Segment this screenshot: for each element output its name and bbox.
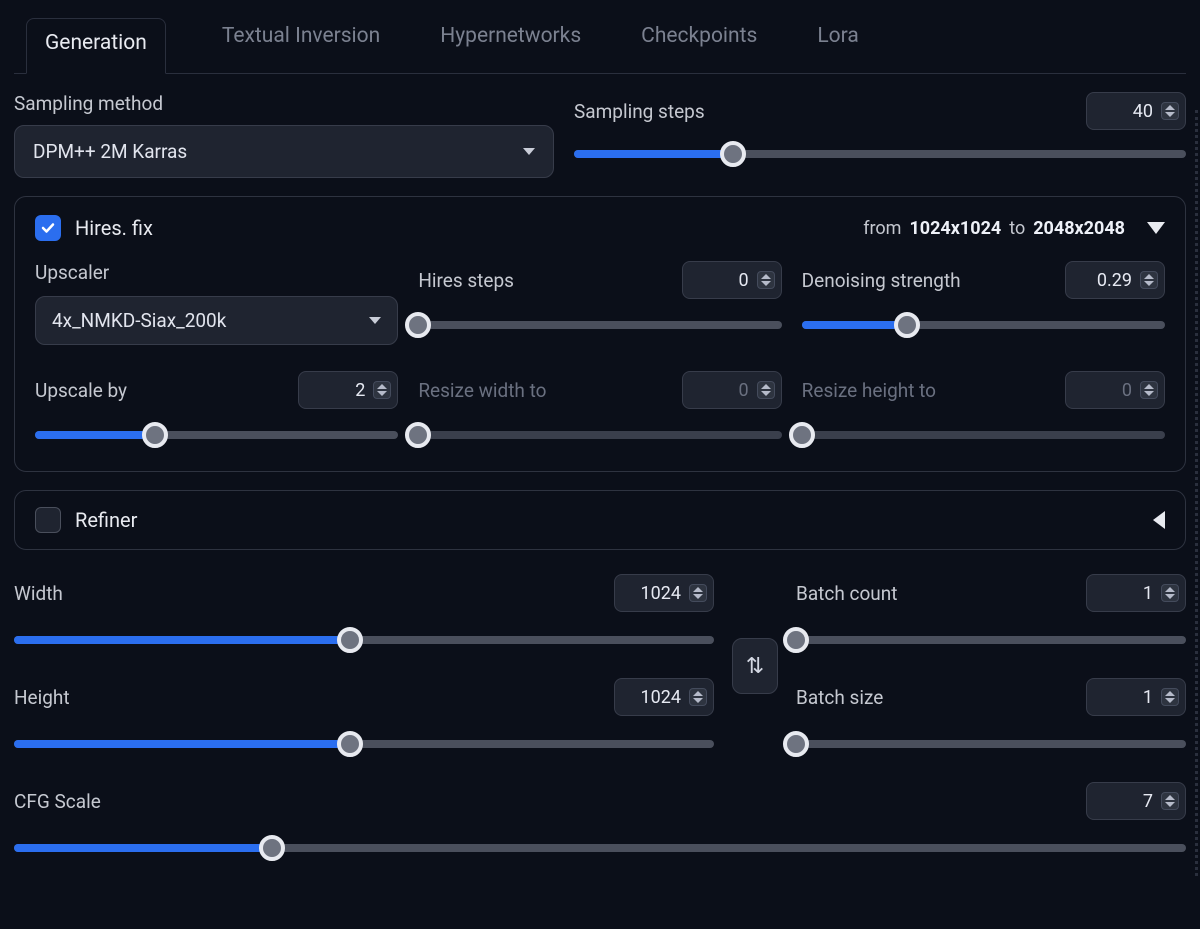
- width-input[interactable]: 1024: [614, 574, 714, 612]
- hires-resize-info: from 1024x1024 to 2048x2048: [863, 218, 1165, 239]
- upscale-by-label: Upscale by: [35, 379, 127, 402]
- width-slider[interactable]: [14, 626, 714, 654]
- stepper-icon[interactable]: [1161, 792, 1179, 810]
- check-icon: [40, 220, 56, 236]
- height-input[interactable]: 1024: [614, 678, 714, 716]
- cfg-scale-input[interactable]: 7: [1086, 782, 1186, 820]
- stepper-icon[interactable]: [689, 584, 707, 602]
- stepper-icon[interactable]: [757, 271, 775, 289]
- resize-height-input[interactable]: 0: [1065, 371, 1165, 409]
- hires-fix-checkbox[interactable]: [35, 215, 61, 241]
- upscaler-select[interactable]: 4x_NMKD-Siax_200k: [35, 296, 398, 345]
- refiner-panel: Refiner: [14, 490, 1186, 550]
- denoising-slider[interactable]: [802, 311, 1165, 339]
- collapse-icon[interactable]: [1147, 222, 1165, 234]
- tab-bar: Generation Textual Inversion Hypernetwor…: [14, 0, 1186, 74]
- sampling-method-value: DPM++ 2M Karras: [33, 140, 187, 163]
- stepper-icon[interactable]: [689, 688, 707, 706]
- upscale-by-slider[interactable]: [35, 421, 398, 449]
- swap-icon: ⇅: [746, 654, 764, 679]
- upscaler-label: Upscaler: [35, 261, 398, 284]
- batch-size-input[interactable]: 1: [1086, 678, 1186, 716]
- hires-steps-label: Hires steps: [418, 269, 514, 292]
- batch-count-label: Batch count: [796, 582, 897, 605]
- resize-width-slider[interactable]: [418, 421, 781, 449]
- resize-height-label: Resize height to: [802, 379, 936, 402]
- sampling-steps-slider[interactable]: [574, 140, 1186, 168]
- stepper-icon[interactable]: [757, 381, 775, 399]
- stepper-icon[interactable]: [1161, 584, 1179, 602]
- batch-size-slider[interactable]: [796, 730, 1186, 758]
- hires-fix-title: Hires. fix: [75, 216, 153, 240]
- stepper-icon[interactable]: [1140, 381, 1158, 399]
- denoising-label: Denoising strength: [802, 269, 961, 292]
- batch-count-slider[interactable]: [796, 626, 1186, 654]
- batch-count-input[interactable]: 1: [1086, 574, 1186, 612]
- refiner-title: Refiner: [75, 508, 137, 532]
- chevron-down-icon: [369, 317, 381, 324]
- upscale-by-input[interactable]: 2: [298, 371, 398, 409]
- hires-steps-input[interactable]: 0: [682, 261, 782, 299]
- stepper-icon[interactable]: [1161, 688, 1179, 706]
- sampling-steps-label: Sampling steps: [574, 100, 705, 123]
- resize-width-label: Resize width to: [418, 379, 546, 402]
- resize-width-input[interactable]: 0: [682, 371, 782, 409]
- stepper-icon[interactable]: [1161, 102, 1179, 120]
- batch-size-label: Batch size: [796, 686, 883, 709]
- refiner-checkbox[interactable]: [35, 507, 61, 533]
- tab-textual-inversion[interactable]: Textual Inversion: [218, 18, 384, 73]
- tab-checkpoints[interactable]: Checkpoints: [637, 18, 761, 73]
- height-slider[interactable]: [14, 730, 714, 758]
- sampling-steps-input[interactable]: 40: [1086, 92, 1186, 130]
- tab-generation[interactable]: Generation: [26, 18, 166, 74]
- width-label: Width: [14, 582, 63, 605]
- height-label: Height: [14, 686, 70, 709]
- resize-height-slider[interactable]: [802, 421, 1165, 449]
- sampling-method-label: Sampling method: [14, 92, 554, 115]
- chevron-down-icon: [523, 148, 535, 155]
- cfg-scale-label: CFG Scale: [14, 790, 101, 813]
- hires-fix-panel: Hires. fix from 1024x1024 to 2048x2048 U…: [14, 196, 1186, 472]
- swap-dimensions-button[interactable]: ⇅: [732, 638, 778, 694]
- hires-steps-slider[interactable]: [418, 311, 781, 339]
- denoising-input[interactable]: 0.29: [1065, 261, 1165, 299]
- sampling-method-select[interactable]: DPM++ 2M Karras: [14, 125, 554, 178]
- tab-lora[interactable]: Lora: [813, 18, 862, 73]
- tab-hypernetworks[interactable]: Hypernetworks: [436, 18, 585, 73]
- expand-icon[interactable]: [1153, 511, 1165, 529]
- cfg-scale-slider[interactable]: [14, 834, 1186, 862]
- stepper-icon[interactable]: [1140, 271, 1158, 289]
- stepper-icon[interactable]: [373, 381, 391, 399]
